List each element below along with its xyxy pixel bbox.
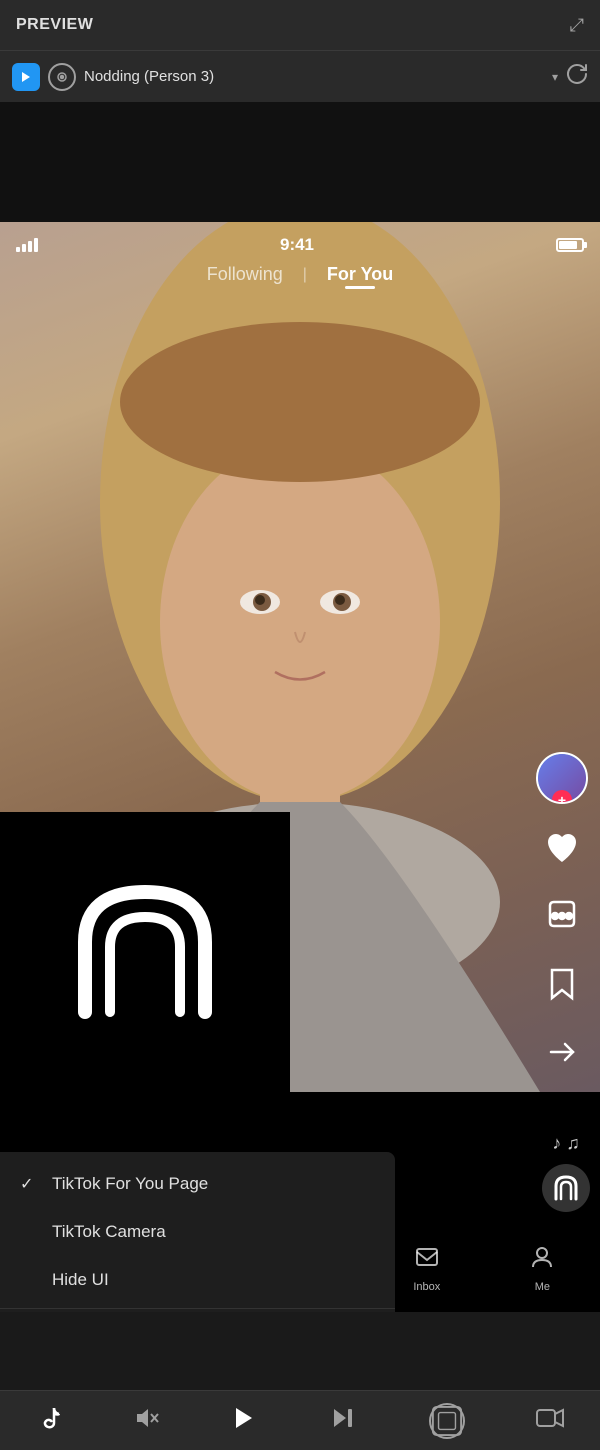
title-bar-left: PREVIEW [16, 16, 93, 34]
play-button[interactable] [230, 1404, 258, 1438]
menu-label-tiktok-camera: TikTok Camera [52, 1222, 166, 1242]
arch-small-icon [542, 1164, 590, 1212]
black-overlay [0, 812, 290, 1092]
device-icon-play [12, 63, 40, 91]
signal-bar-3 [28, 241, 32, 252]
menu-item-tiktok-camera[interactable]: ✓ TikTok Camera [0, 1208, 395, 1256]
like-button[interactable] [538, 824, 586, 872]
me-icon [529, 1244, 555, 1277]
tab-foryou-underline [345, 286, 375, 289]
sound-off-icon[interactable] [133, 1405, 159, 1437]
heart-icon [538, 824, 586, 872]
bookmark-button[interactable] [538, 960, 586, 1008]
status-time: 9:41 [280, 235, 314, 255]
spacer [0, 102, 600, 222]
signal-bar-4 [34, 238, 38, 252]
device-icon-camera [48, 63, 76, 91]
inbox-label: Inbox [413, 1281, 440, 1293]
menu-divider [0, 1308, 395, 1309]
bookmark-icon [538, 960, 586, 1008]
avatar-plus-icon: + [552, 790, 572, 804]
comment-icon [538, 892, 586, 940]
chevron-down-icon: ▾ [552, 70, 558, 84]
signal-bars [16, 238, 38, 252]
title-bar: PREVIEW ⤢ [0, 0, 600, 50]
dropdown-menu: ✓ TikTok For You Page ✓ TikTok Camera ✓ … [0, 1152, 395, 1312]
menu-label-hide-ui: Hide UI [52, 1270, 109, 1290]
music-note-icon: ♪ ♫ [552, 1133, 580, 1154]
battery-icon [556, 238, 584, 252]
bottom-toolbar [0, 1390, 600, 1450]
share-icon [538, 1028, 586, 1076]
phone-screen: 9:41 Following | For You + [0, 222, 600, 1312]
arch-logo [65, 872, 225, 1032]
music-area: ♪ ♫ [542, 1133, 590, 1212]
tab-foryou-wrapper: For You [327, 264, 393, 285]
menu-label-tiktok-foryou: TikTok For You Page [52, 1174, 208, 1194]
battery-indicator [556, 238, 584, 252]
avatar: + [536, 752, 588, 804]
menu-item-tiktok-foryou[interactable]: ✓ TikTok For You Page [0, 1160, 395, 1208]
video-camera-icon[interactable] [536, 1405, 564, 1437]
nav-me[interactable]: Me [529, 1244, 555, 1293]
nav-inbox[interactable]: Inbox [413, 1244, 440, 1293]
me-label: Me [535, 1281, 550, 1293]
tab-divider: | [303, 266, 307, 284]
share-button[interactable] [538, 1028, 586, 1076]
target-icon[interactable] [429, 1403, 465, 1439]
battery-fill [559, 241, 577, 249]
app-title: PREVIEW [16, 16, 93, 34]
signal-bar-1 [16, 247, 20, 252]
inbox-icon [414, 1244, 440, 1277]
refresh-icon[interactable] [566, 63, 588, 91]
expand-icon[interactable]: ⤢ [570, 15, 584, 36]
tiktok-tabs: Following | For You [0, 264, 600, 285]
status-bar: 9:41 [0, 222, 600, 260]
signal-bar-2 [22, 244, 26, 252]
menu-item-hide-ui[interactable]: ✓ Hide UI [0, 1256, 395, 1304]
skip-forward-icon[interactable] [330, 1404, 358, 1438]
tab-following[interactable]: Following [207, 264, 283, 285]
device-selector[interactable]: Nodding (Person 3) ▾ [84, 68, 558, 85]
device-name: Nodding (Person 3) [84, 68, 548, 85]
comment-button[interactable] [538, 892, 586, 940]
right-actions: + [536, 752, 588, 1076]
tab-foryou[interactable]: For You [327, 264, 393, 284]
tiktok-app-icon[interactable] [36, 1405, 62, 1437]
creator-avatar-btn[interactable]: + [536, 752, 588, 804]
device-bar: Nodding (Person 3) ▾ [0, 50, 600, 102]
checkmark-tiktok-foryou: ✓ [20, 1174, 40, 1194]
